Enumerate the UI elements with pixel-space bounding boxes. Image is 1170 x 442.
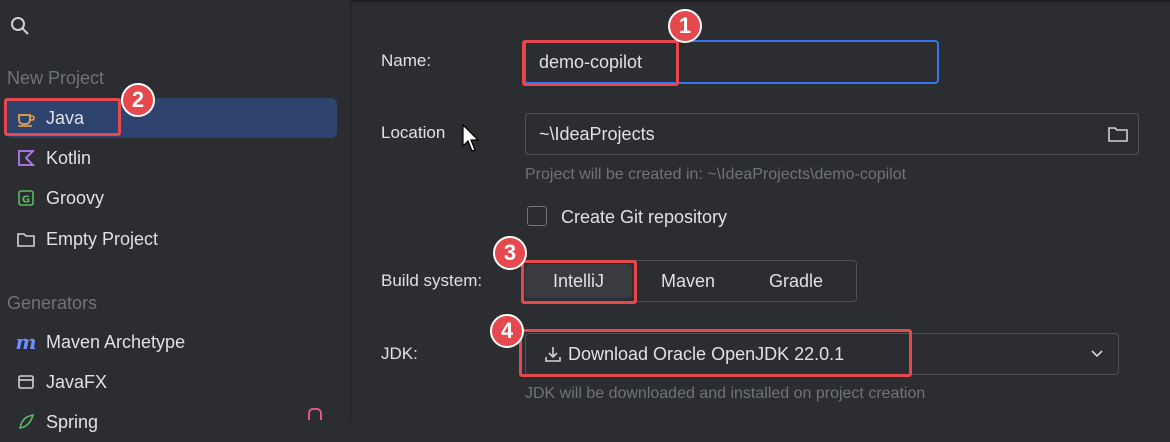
chevron-down-icon xyxy=(1091,350,1103,358)
sidebar-item-maven-archetype[interactable]: m Maven Archetype xyxy=(6,322,337,362)
name-label: Name: xyxy=(381,51,432,70)
sidebar-item-label: Maven Archetype xyxy=(46,331,186,352)
jdk-hint: JDK will be downloaded and installed on … xyxy=(525,385,926,402)
mouse-cursor-icon xyxy=(462,124,480,152)
sidebar-item-label: Spring xyxy=(46,411,99,432)
location-hint: Project will be created in: ~\IdeaProjec… xyxy=(525,166,907,183)
lock-icon xyxy=(308,408,322,420)
build-option-gradle[interactable]: Gradle xyxy=(741,261,851,301)
build-system-label: Build system: xyxy=(381,271,483,290)
folder-icon xyxy=(14,227,38,251)
location-input-value: ~\IdeaProjects xyxy=(539,123,655,144)
svg-text:G: G xyxy=(22,195,30,206)
maven-icon: m xyxy=(15,330,37,354)
callout-badge-2: 2 xyxy=(121,83,155,117)
sidebar-item-groovy[interactable]: G Groovy xyxy=(6,178,337,218)
sidebar-item-kotlin[interactable]: Kotlin xyxy=(6,138,337,178)
groovy-icon: G xyxy=(14,186,38,210)
callout-box-intellij xyxy=(521,260,637,304)
create-git-label: Create Git repository xyxy=(561,207,728,227)
search-icon[interactable] xyxy=(10,16,30,36)
sidebar-item-javafx[interactable]: JavaFX xyxy=(6,362,337,402)
sidebar-item-label: Empty Project xyxy=(46,228,159,249)
new-project-section-label: New Project xyxy=(7,68,105,88)
kotlin-icon xyxy=(14,146,38,170)
project-type-sidebar: New Project Java Kotlin G Groovy Empty P… xyxy=(0,0,351,432)
sidebar-item-empty-project[interactable]: Empty Project xyxy=(6,219,337,259)
callout-badge-3: 3 xyxy=(493,236,527,270)
callout-badge-1: 1 xyxy=(668,9,702,43)
location-input[interactable]: ~\IdeaProjects xyxy=(525,113,1139,155)
spring-icon xyxy=(14,410,38,434)
callout-badge-4: 4 xyxy=(490,314,524,348)
callout-box-jdk xyxy=(519,329,912,377)
sidebar-item-label: Groovy xyxy=(46,187,105,208)
sidebar-item-spring[interactable]: Spring xyxy=(6,402,337,442)
create-git-checkbox[interactable] xyxy=(527,206,547,226)
folder-browse-icon[interactable] xyxy=(1108,125,1128,143)
callout-box-java xyxy=(4,98,121,136)
generators-section-label: Generators xyxy=(7,293,98,313)
callout-box-name xyxy=(522,40,679,86)
window-icon xyxy=(14,370,38,394)
build-option-maven[interactable]: Maven xyxy=(635,261,741,301)
sidebar-item-label: Kotlin xyxy=(46,147,92,168)
sidebar-item-label: JavaFX xyxy=(46,371,108,392)
jdk-label: JDK: xyxy=(381,344,418,363)
location-label: Location xyxy=(381,123,446,142)
